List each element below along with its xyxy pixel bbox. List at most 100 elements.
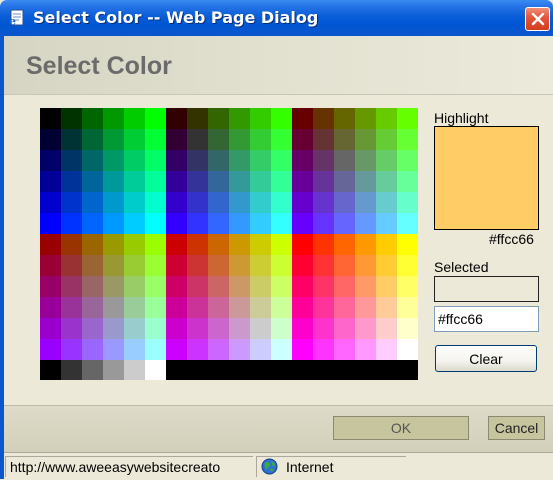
color-cell[interactable] [124,297,145,318]
color-cell[interactable] [250,297,271,318]
color-cell[interactable] [82,213,103,234]
color-cell[interactable] [229,255,250,276]
color-cell[interactable] [334,318,355,339]
cancel-button[interactable]: Cancel [488,416,545,440]
color-cell[interactable] [376,150,397,171]
color-cell[interactable] [376,213,397,234]
color-cell[interactable] [250,150,271,171]
color-cell[interactable] [40,213,61,234]
color-cell[interactable] [271,171,292,192]
color-cell[interactable] [145,150,166,171]
color-cell[interactable] [397,255,418,276]
gray-cell[interactable] [124,360,145,380]
color-cell[interactable] [250,276,271,297]
color-cell[interactable] [250,339,271,360]
color-cell[interactable] [40,276,61,297]
color-cell[interactable] [208,129,229,150]
gray-cell[interactable] [61,360,82,380]
color-cell[interactable] [376,276,397,297]
color-cell[interactable] [208,171,229,192]
color-cell[interactable] [376,192,397,213]
color-cell[interactable] [313,255,334,276]
color-cell[interactable] [82,318,103,339]
color-cell[interactable] [397,234,418,255]
color-cell[interactable] [208,108,229,129]
color-cell[interactable] [82,339,103,360]
color-cell[interactable] [166,339,187,360]
color-cell[interactable] [208,255,229,276]
color-cell[interactable] [271,234,292,255]
color-cell[interactable] [397,339,418,360]
color-cell[interactable] [229,297,250,318]
color-cell[interactable] [40,255,61,276]
color-cell[interactable] [208,276,229,297]
color-cell[interactable] [61,318,82,339]
color-cell[interactable] [145,108,166,129]
color-cell[interactable] [103,255,124,276]
color-cell[interactable] [313,108,334,129]
color-cell[interactable] [355,171,376,192]
color-cell[interactable] [61,255,82,276]
color-cell[interactable] [103,192,124,213]
color-cell[interactable] [124,234,145,255]
color-cell[interactable] [124,150,145,171]
color-cell[interactable] [187,234,208,255]
color-cell[interactable] [208,213,229,234]
color-cell[interactable] [187,318,208,339]
color-cell[interactable] [250,318,271,339]
color-cell[interactable] [250,255,271,276]
color-cell[interactable] [334,339,355,360]
color-cell[interactable] [313,297,334,318]
color-cell[interactable] [313,213,334,234]
color-cell[interactable] [355,213,376,234]
color-cell[interactable] [292,297,313,318]
color-cell[interactable] [187,297,208,318]
color-cell[interactable] [61,171,82,192]
color-cell[interactable] [229,276,250,297]
color-cell[interactable] [313,234,334,255]
color-cell[interactable] [334,129,355,150]
color-cell[interactable] [124,255,145,276]
color-cell[interactable] [229,108,250,129]
color-cell[interactable] [40,192,61,213]
color-cell[interactable] [376,255,397,276]
color-cell[interactable] [61,213,82,234]
color-cell[interactable] [145,255,166,276]
color-cell[interactable] [250,213,271,234]
color-cell[interactable] [334,150,355,171]
color-cell[interactable] [229,213,250,234]
color-cell[interactable] [250,234,271,255]
color-cell[interactable] [166,171,187,192]
color-cell[interactable] [334,297,355,318]
color-cell[interactable] [334,108,355,129]
color-cell[interactable] [355,150,376,171]
color-cell[interactable] [82,255,103,276]
color-palette[interactable] [40,108,418,380]
color-cell[interactable] [208,339,229,360]
color-cell[interactable] [355,129,376,150]
color-cell[interactable] [376,171,397,192]
color-cell[interactable] [397,192,418,213]
color-cell[interactable] [145,276,166,297]
color-cell[interactable] [145,213,166,234]
color-cell[interactable] [292,276,313,297]
color-cell[interactable] [355,276,376,297]
color-cell[interactable] [229,171,250,192]
color-cell[interactable] [292,255,313,276]
color-cell[interactable] [313,129,334,150]
color-cell[interactable] [61,339,82,360]
color-cell[interactable] [124,339,145,360]
color-cell[interactable] [355,108,376,129]
color-cell[interactable] [271,150,292,171]
color-cell[interactable] [187,276,208,297]
color-cell[interactable] [271,297,292,318]
color-cell[interactable] [313,192,334,213]
color-cell[interactable] [103,129,124,150]
color-cell[interactable] [271,129,292,150]
color-cell[interactable] [229,192,250,213]
color-cell[interactable] [61,234,82,255]
color-cell[interactable] [145,129,166,150]
color-cell[interactable] [145,234,166,255]
color-cell[interactable] [166,213,187,234]
color-cell[interactable] [145,171,166,192]
